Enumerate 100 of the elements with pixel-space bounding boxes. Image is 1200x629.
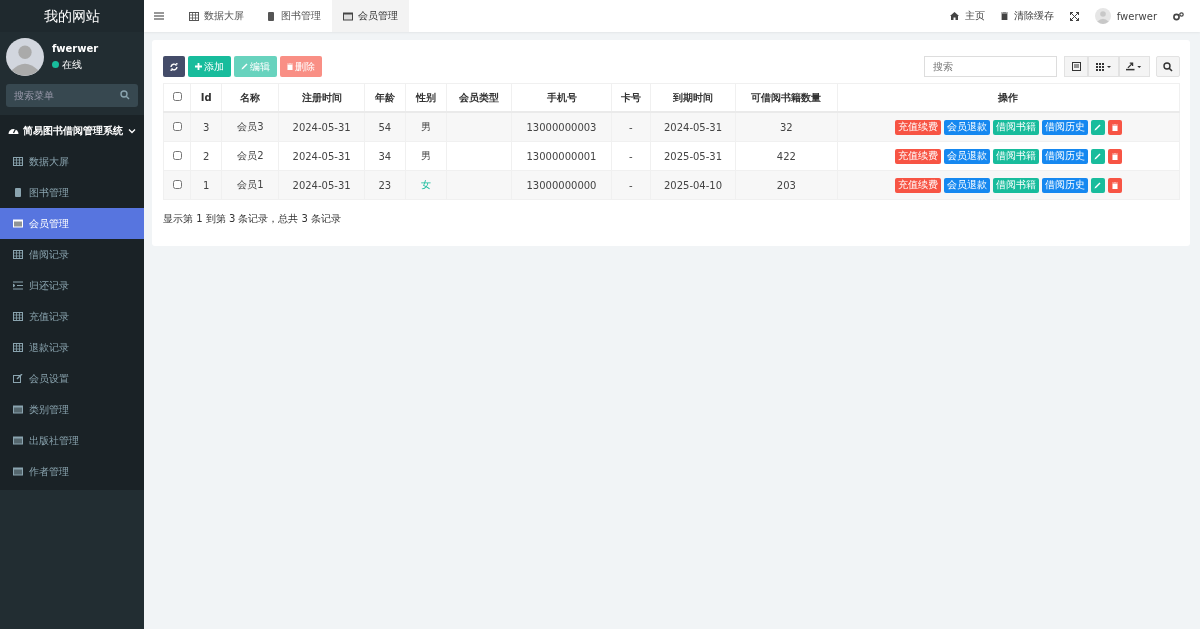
sidebar-item[interactable]: 数据大屏 bbox=[0, 146, 144, 177]
fullscreen-icon[interactable] bbox=[1069, 11, 1079, 21]
trash-icon bbox=[287, 63, 293, 70]
action-button[interactable]: 借阅历史 bbox=[1041, 119, 1088, 135]
column-header: 可借阅书籍数量 bbox=[751, 91, 822, 103]
action-button[interactable]: 会员退款 bbox=[943, 148, 990, 164]
table-cell: 2025-04-10 bbox=[663, 179, 723, 191]
action-button[interactable]: 充值续费 bbox=[894, 148, 941, 164]
sidebar-item[interactable]: 充值记录 bbox=[0, 301, 144, 332]
table-icon bbox=[13, 343, 23, 352]
avatar-icon bbox=[6, 38, 44, 76]
nav-tab[interactable]: 图书管理 bbox=[255, 0, 332, 32]
table-cell: - bbox=[628, 179, 633, 191]
table-cell: 2024-05-31 bbox=[292, 150, 351, 162]
search-field[interactable]: 搜索 bbox=[924, 56, 1057, 77]
clear-cache-link[interactable]: 清除缓存 bbox=[1000, 9, 1054, 23]
action-button[interactable]: 充值续费 bbox=[894, 177, 941, 193]
pencil-icon bbox=[1094, 123, 1102, 131]
home-link[interactable]: 主页 bbox=[949, 9, 985, 23]
table-cell: 13000000003 bbox=[526, 121, 597, 133]
table-cell: 2024-05-31 bbox=[292, 179, 351, 191]
list-icon bbox=[13, 405, 23, 414]
delete-button[interactable] bbox=[1107, 148, 1122, 164]
table-icon bbox=[13, 250, 23, 259]
sidebar-item[interactable]: 图书管理 bbox=[0, 177, 144, 208]
row-checkbox[interactable] bbox=[172, 121, 182, 131]
list-icon bbox=[343, 11, 353, 21]
pencil-icon bbox=[1094, 181, 1102, 189]
settings-icon[interactable] bbox=[1173, 11, 1184, 21]
sidebar-item[interactable]: 借阅记录 bbox=[0, 239, 144, 270]
menu-search-field[interactable]: 搜索菜单 bbox=[6, 84, 138, 107]
dashboard-icon bbox=[8, 126, 19, 135]
table-cell: 2024-05-31 bbox=[663, 121, 723, 133]
search-icon bbox=[120, 90, 130, 100]
column-header: 注册时间 bbox=[301, 91, 342, 103]
pencil-icon bbox=[241, 63, 248, 70]
list-icon bbox=[13, 436, 23, 445]
export-button[interactable] bbox=[1119, 56, 1150, 77]
menu-icon[interactable] bbox=[154, 12, 164, 20]
edit-button[interactable] bbox=[1090, 119, 1105, 135]
action-button[interactable]: 充值续费 bbox=[894, 119, 941, 135]
sidebar-item[interactable]: 出版社管理 bbox=[0, 425, 144, 456]
sidebar-item[interactable]: 归还记录 bbox=[0, 270, 144, 301]
trash-icon bbox=[1111, 181, 1118, 189]
columns-button[interactable] bbox=[1088, 56, 1119, 77]
indent-icon bbox=[13, 281, 23, 290]
toggle-view-button[interactable] bbox=[1064, 56, 1088, 77]
sidebar-item[interactable]: 退款记录 bbox=[0, 332, 144, 363]
table-icon bbox=[189, 11, 199, 21]
sidebar-item[interactable]: 作者管理 bbox=[0, 456, 144, 487]
user-status: 在线 bbox=[52, 57, 99, 72]
table-cell: 男 bbox=[421, 121, 431, 132]
column-header: 年龄 bbox=[374, 91, 395, 103]
book-icon bbox=[13, 188, 23, 197]
table-cell: 2 bbox=[202, 150, 210, 162]
table-icon bbox=[13, 312, 23, 321]
user-name: fwerwer bbox=[52, 42, 99, 54]
sidebar-item[interactable]: 会员管理 bbox=[0, 208, 144, 239]
trash-icon bbox=[1111, 123, 1118, 131]
column-header: 手机号 bbox=[546, 91, 577, 103]
row-checkbox[interactable] bbox=[172, 150, 182, 160]
table-cell: 2024-05-31 bbox=[292, 121, 351, 133]
pagination-info: 显示第 1 到第 3 条记录，总共 3 条记录 bbox=[163, 212, 343, 226]
grid-caret-icon bbox=[1095, 62, 1112, 71]
refresh-button[interactable] bbox=[163, 56, 185, 77]
action-button[interactable]: 会员退款 bbox=[943, 177, 990, 193]
edit-button[interactable] bbox=[1090, 177, 1105, 193]
row-checkbox[interactable] bbox=[172, 179, 182, 189]
sidebar-item[interactable]: 会员设置 bbox=[0, 363, 144, 394]
delete-button[interactable] bbox=[1107, 119, 1122, 135]
trash-icon bbox=[1111, 152, 1118, 160]
column-header: 卡号 bbox=[620, 91, 641, 103]
action-button[interactable]: 会员退款 bbox=[943, 119, 990, 135]
table-cell: 13000000001 bbox=[526, 150, 597, 162]
edit-button[interactable] bbox=[1090, 148, 1105, 164]
table-cell: 422 bbox=[776, 150, 796, 162]
list-icon bbox=[13, 467, 23, 476]
plus-icon bbox=[195, 63, 202, 70]
home-icon bbox=[949, 12, 959, 20]
column-header: Id bbox=[200, 92, 212, 103]
menu-group[interactable]: 简易图书借阅管理系统 bbox=[0, 115, 144, 146]
table-cell: 2025-05-31 bbox=[663, 150, 723, 162]
table-cell: 203 bbox=[776, 179, 796, 191]
user-menu[interactable]: fwerwer bbox=[1094, 8, 1157, 24]
nav-tab[interactable]: 数据大屏 bbox=[178, 0, 255, 32]
select-all-checkbox[interactable] bbox=[172, 92, 182, 101]
edit-icon bbox=[13, 374, 23, 383]
site-logo: 我的网站 bbox=[0, 0, 144, 32]
table-cell: 23 bbox=[378, 179, 392, 191]
nav-tab[interactable]: 会员管理 bbox=[332, 0, 409, 32]
column-header: 名称 bbox=[240, 91, 261, 103]
search-button[interactable] bbox=[1156, 56, 1180, 77]
avatar-icon bbox=[1094, 8, 1111, 24]
table-cell: 1 bbox=[202, 179, 210, 191]
action-button[interactable]: 借阅历史 bbox=[1041, 148, 1088, 164]
table-cell: 13000000000 bbox=[526, 179, 597, 191]
action-button[interactable]: 借阅历史 bbox=[1041, 177, 1088, 193]
delete-button[interactable] bbox=[1107, 177, 1122, 193]
sidebar-item[interactable]: 类别管理 bbox=[0, 394, 144, 425]
trash-icon bbox=[1000, 12, 1008, 20]
